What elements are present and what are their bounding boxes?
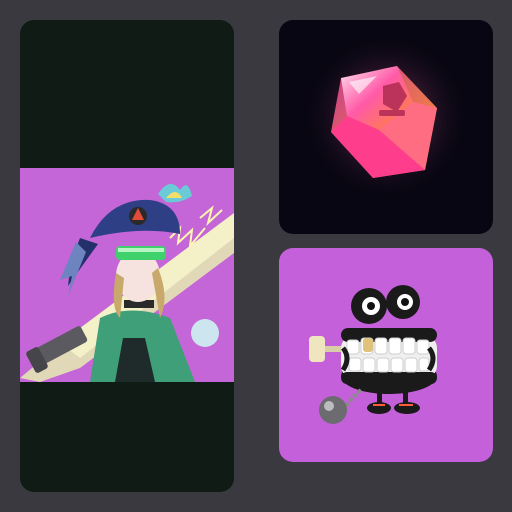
wind-up-teeth-toy-image — [309, 285, 437, 424]
crystal-gem-card[interactable] — [279, 20, 493, 234]
wind-up-teeth-card[interactable] — [279, 248, 493, 462]
ball-and-chain — [319, 388, 363, 424]
pink-crystal-gem-image — [301, 32, 471, 202]
wind-up-key — [309, 336, 341, 362]
toy-eyes — [351, 285, 420, 324]
anime-character-art-card[interactable] — [20, 20, 234, 492]
anime-character-image — [20, 168, 234, 382]
